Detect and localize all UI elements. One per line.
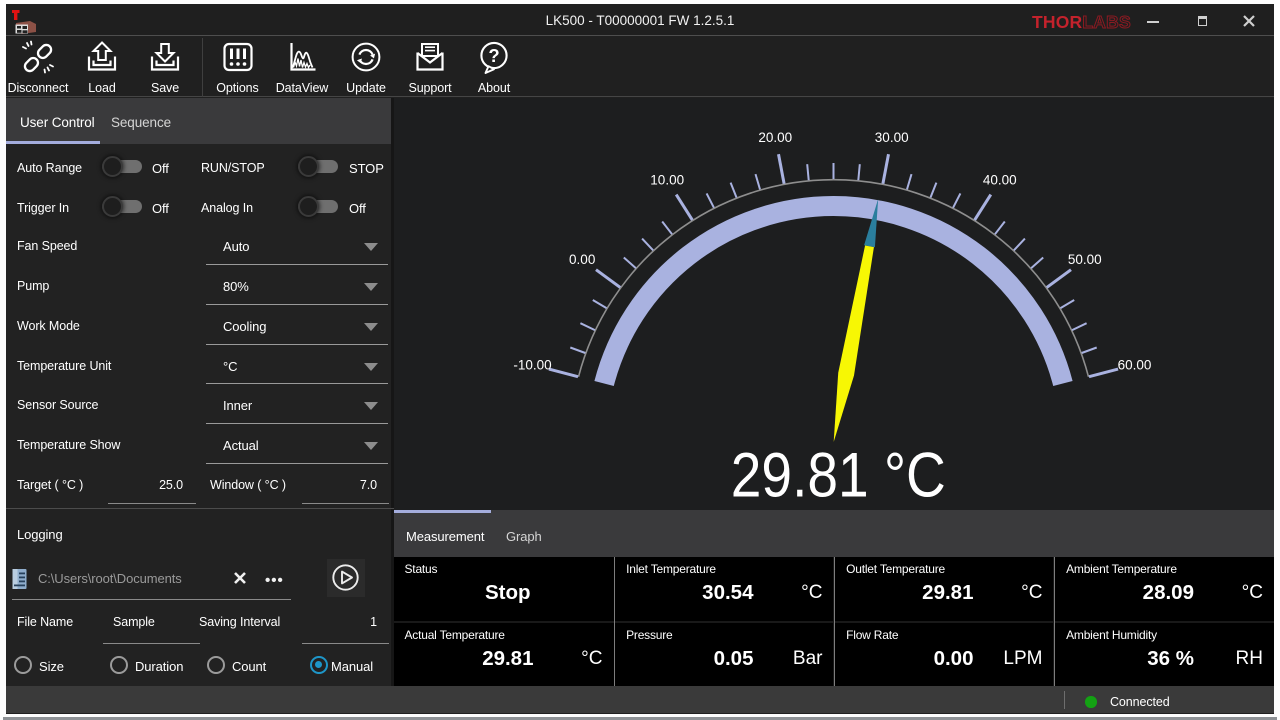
svg-text:10.00: 10.00: [650, 173, 684, 188]
svg-text:50.00: 50.00: [1067, 252, 1101, 267]
svg-text:60.00: 60.00: [1117, 357, 1151, 372]
svg-text:40.00: 40.00: [982, 173, 1016, 188]
svg-text:-10.00: -10.00: [513, 357, 551, 372]
svg-text:29.81 °C: 29.81 °C: [730, 441, 945, 510]
svg-text:0.00: 0.00: [569, 252, 595, 267]
svg-text:?: ?: [488, 45, 499, 66]
svg-text:30.00: 30.00: [874, 130, 908, 145]
svg-text:20.00: 20.00: [758, 130, 792, 145]
